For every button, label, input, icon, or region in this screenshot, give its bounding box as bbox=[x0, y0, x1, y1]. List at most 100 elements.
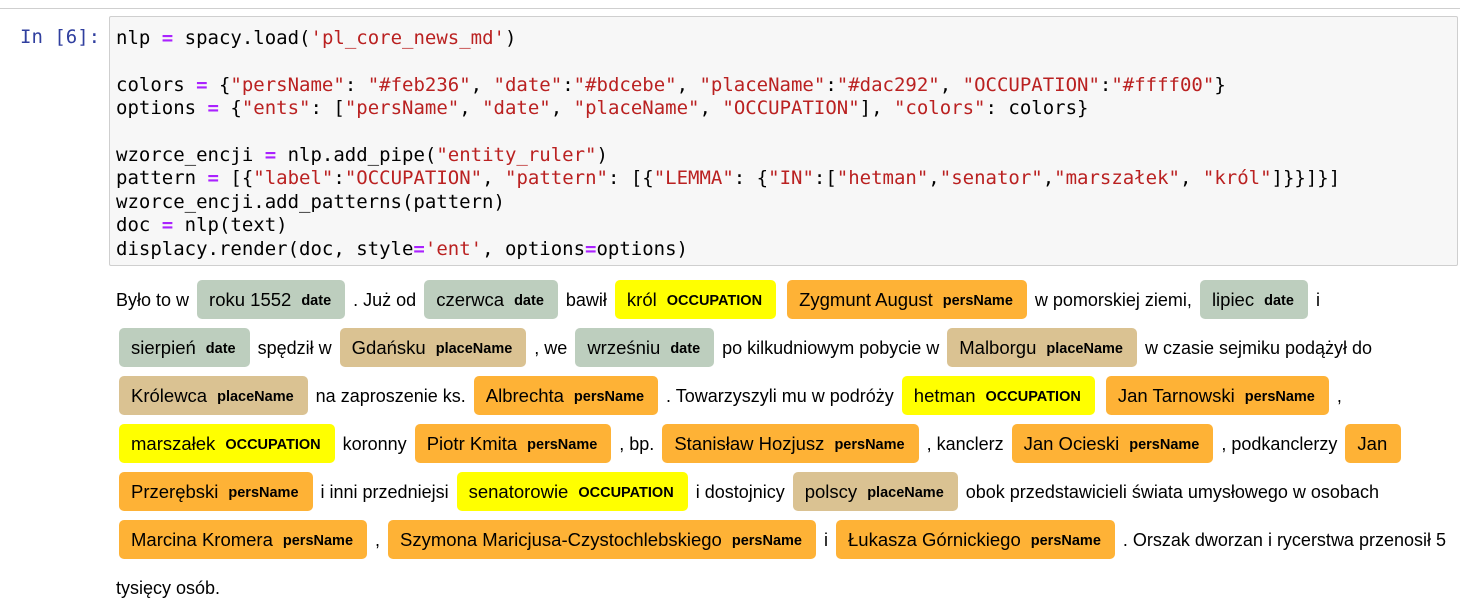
code-line: wzorce_encji.add_patterns(pattern) bbox=[116, 191, 505, 213]
code-text: , bbox=[676, 73, 700, 96]
code-text: wzorce_encji.add_patterns(pattern) bbox=[116, 190, 505, 213]
entity-text: Piotr Kmita bbox=[426, 433, 518, 454]
code-string: "OCCUPATION" bbox=[722, 97, 860, 120]
code-text: : bbox=[1099, 73, 1112, 96]
plain-text: , podkanclerzy bbox=[1216, 434, 1343, 454]
plain-text: w pomorskiej ziemi, bbox=[1029, 290, 1197, 310]
code-text: options) bbox=[596, 237, 688, 260]
code-line: nlp = spacy.load('pl_core_news_md') bbox=[116, 27, 516, 49]
code-text: , options bbox=[482, 237, 586, 260]
code-string: "persName" bbox=[230, 73, 345, 96]
code-cell-input[interactable]: nlp = spacy.load('pl_core_news_md') colo… bbox=[109, 16, 1458, 266]
code-text: } bbox=[1214, 73, 1226, 96]
code-text: wzorce_encji bbox=[116, 144, 265, 167]
code-string: "#feb236" bbox=[367, 73, 471, 96]
entity-date: roku 1552 date bbox=[197, 280, 346, 319]
entity-text: hetman bbox=[913, 385, 976, 406]
entity-date: czerwca date bbox=[424, 280, 558, 319]
code-string: "hetman" bbox=[836, 167, 929, 190]
code-text: , bbox=[699, 97, 723, 120]
entity-persname: Szymona Maricjusa-Czystochlebskiego persN… bbox=[388, 520, 816, 559]
plain-text: Było to w bbox=[116, 290, 195, 310]
entity-date: sierpień date bbox=[119, 328, 250, 367]
code-text: : [ bbox=[310, 97, 345, 120]
plain-text bbox=[1098, 386, 1103, 406]
entity-label: OCCUPATION bbox=[666, 292, 763, 309]
code-line: colors = {"persName": "#feb236", "date":… bbox=[116, 74, 1226, 96]
code-line: doc = nlp(text) bbox=[116, 214, 288, 236]
code-string: "date" bbox=[493, 73, 563, 96]
plain-text: w czasie sejmiku podążył do bbox=[1139, 338, 1373, 358]
entity-persname: Stanisław Hozjusz persName bbox=[662, 424, 919, 463]
code-operator: = bbox=[196, 73, 208, 96]
entity-text: lipiec bbox=[1211, 289, 1255, 310]
code-text: , bbox=[550, 97, 574, 120]
code-text: , bbox=[1180, 167, 1203, 190]
entity-text: marszałek bbox=[131, 433, 216, 454]
code-line: pattern = [{"label":"OCCUPATION", "patte… bbox=[116, 167, 1340, 189]
entity-label: persName bbox=[282, 532, 354, 549]
input-prompt: In [6]: bbox=[20, 26, 101, 48]
code-string: "placeName" bbox=[573, 97, 700, 120]
entity-label: date bbox=[514, 292, 544, 309]
code-text: , bbox=[470, 73, 494, 96]
plain-text: obok przedstawicieli świata umysłowego w… bbox=[960, 482, 1379, 502]
code-text: { bbox=[207, 73, 231, 96]
code-string: "senator" bbox=[939, 167, 1043, 190]
entity-label: persName bbox=[527, 436, 598, 453]
code-operator: = bbox=[413, 237, 425, 260]
entity-placename: Królewca placeName bbox=[119, 376, 308, 415]
code-text: : bbox=[333, 167, 345, 190]
entity-label: OCCUPATION bbox=[985, 388, 1081, 405]
code-text: options bbox=[116, 97, 208, 120]
entity-persname: Piotr Kmita persName bbox=[414, 424, 612, 463]
code-string: "persName" bbox=[344, 97, 460, 120]
code-text: , bbox=[482, 167, 505, 190]
plain-text: , bbox=[370, 530, 386, 550]
code-string: "ents" bbox=[241, 97, 311, 120]
entity-label: persName bbox=[942, 292, 1013, 309]
entity-label: placeName bbox=[867, 484, 944, 501]
plain-text: spędził w bbox=[252, 338, 337, 358]
entity-date: lipiec date bbox=[1199, 280, 1308, 319]
code-text: : { bbox=[733, 167, 769, 190]
code-text: , bbox=[928, 167, 940, 190]
entity-text: Jan Tarnowski bbox=[1117, 385, 1235, 406]
code-string: "król" bbox=[1202, 167, 1272, 190]
code-text: { bbox=[218, 97, 242, 120]
entity-persname: Zygmunt August persName bbox=[787, 280, 1027, 319]
code-string: "IN" bbox=[768, 167, 814, 190]
plain-text: . Towarzyszyli mu w podróży bbox=[661, 386, 899, 406]
entity-occupation: król OCCUPATION bbox=[614, 280, 777, 319]
code-line: options = {"ents": ["persName", "date", … bbox=[116, 97, 1088, 119]
code-string: 'pl_core_news_md' bbox=[310, 27, 505, 49]
entity-text: sierpień bbox=[131, 337, 196, 358]
entity-text: Malborgu bbox=[959, 337, 1037, 358]
code-operator: = bbox=[264, 144, 277, 167]
plain-text: , bp. bbox=[614, 434, 660, 454]
entity-label: persName bbox=[834, 436, 905, 453]
entity-text: wrześniu bbox=[587, 337, 661, 358]
entity-label: placeName bbox=[435, 340, 513, 357]
entity-persname: Albrechta persName bbox=[473, 376, 659, 415]
code-text: [{ bbox=[218, 167, 254, 190]
entity-text: Łukasza Górnickiego bbox=[848, 529, 1021, 550]
code-string: "entity_ruler" bbox=[436, 144, 597, 167]
plain-text: i dostojnicy bbox=[690, 482, 790, 502]
code-text: : colors} bbox=[985, 97, 1089, 120]
entity-text: Szymona Maricjusa-Czystochlebskiego bbox=[400, 529, 722, 550]
code-string: 'ent' bbox=[424, 237, 483, 260]
code-text: ], bbox=[859, 97, 894, 120]
entity-label: date bbox=[1264, 292, 1294, 309]
code-line: displacy.render(doc, style='ent', option… bbox=[116, 238, 688, 260]
code-editor[interactable]: nlp = spacy.load('pl_core_news_md') colo… bbox=[116, 27, 1340, 261]
code-string: "#bdcebe" bbox=[573, 73, 677, 96]
entity-text: Albrechta bbox=[485, 385, 564, 406]
entity-text: Jan Ocieski bbox=[1023, 433, 1120, 454]
displacy-output: Było to w roku 1552 date . Już od czerwca… bbox=[116, 276, 1456, 612]
entity-label: persName bbox=[228, 484, 299, 501]
code-line: wzorce_encji = nlp.add_pipe("entity_rule… bbox=[116, 144, 608, 166]
code-string: "#dac292" bbox=[836, 73, 940, 96]
plain-text bbox=[779, 290, 784, 310]
plain-text: koronny bbox=[337, 434, 412, 454]
